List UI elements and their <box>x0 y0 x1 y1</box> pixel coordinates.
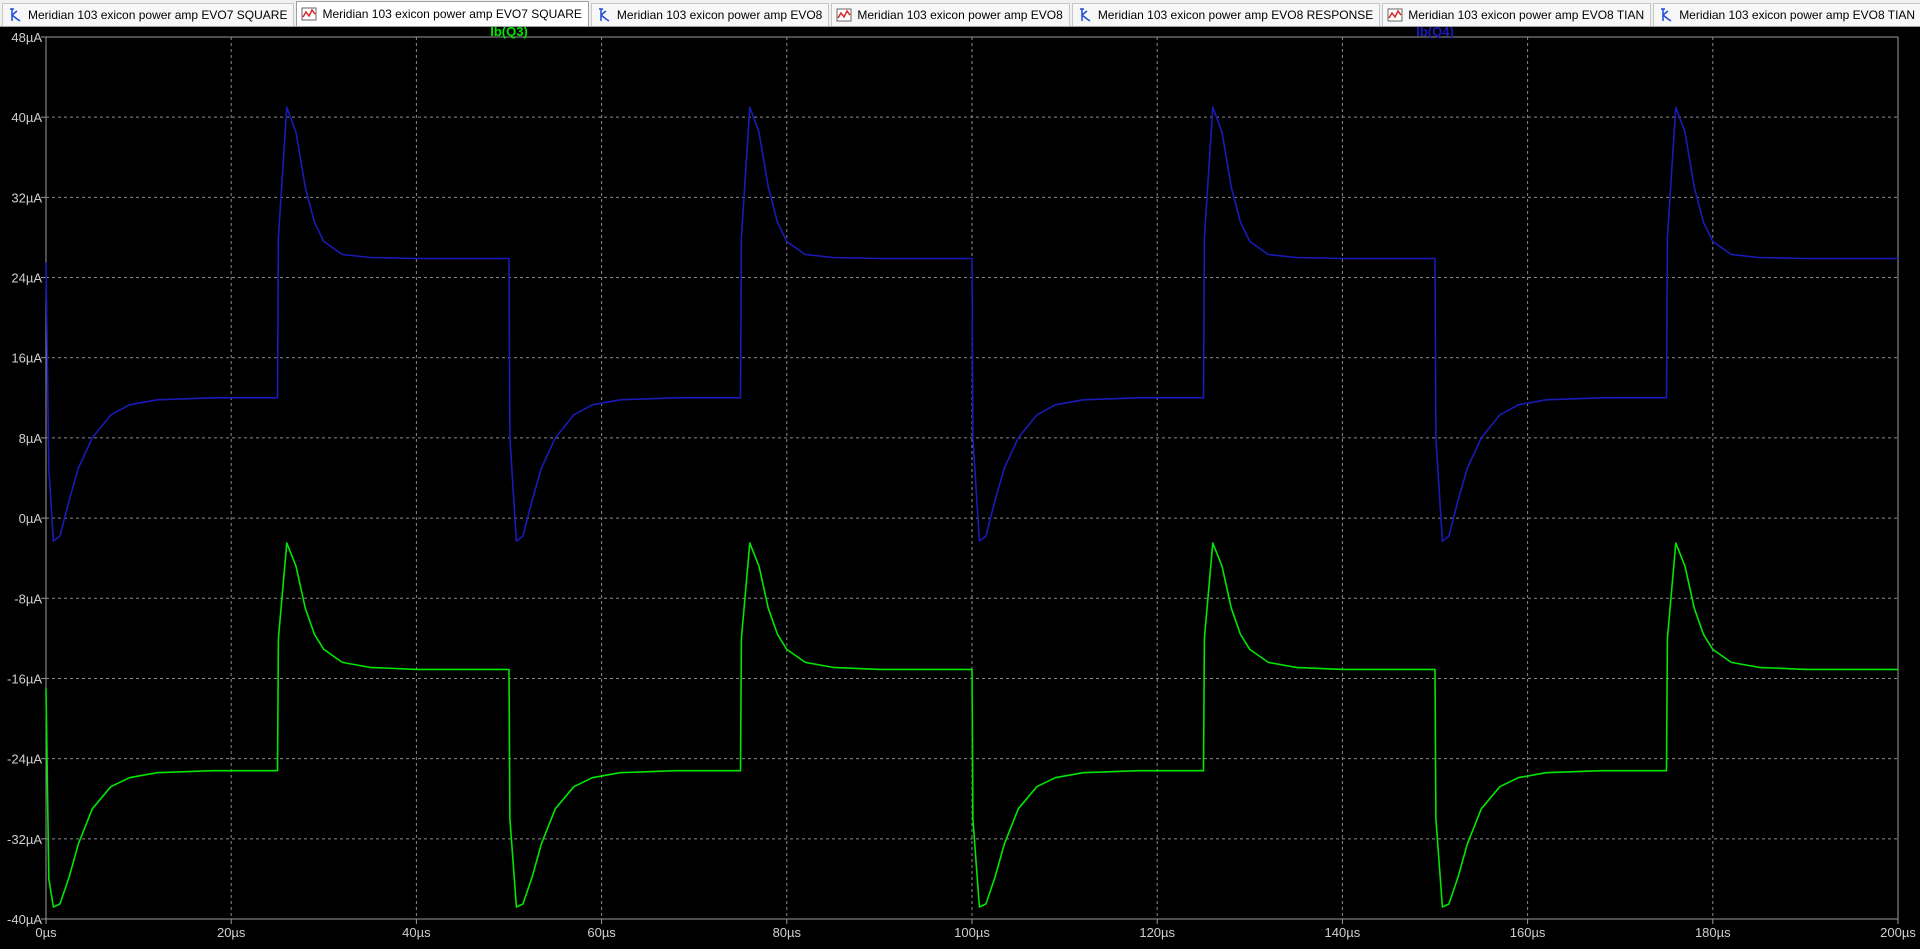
schematic-icon <box>1658 7 1674 23</box>
tab-3[interactable]: Meridian 103 exicon power amp EVO8 <box>590 3 830 26</box>
x-tick-label: 140µs <box>1325 925 1361 940</box>
y-tick-label: -16µA <box>7 671 42 686</box>
tab-6[interactable]: Meridian 103 exicon power amp EVO8 TIAN <box>1382 3 1652 26</box>
y-tick-label: 8µA <box>19 431 43 446</box>
tab-label: Meridian 103 exicon power amp EVO7 SQUAR… <box>322 7 582 21</box>
tab-1[interactable]: Meridian 103 exicon power amp EVO7 SQUAR… <box>2 3 295 26</box>
y-tick-label: -32µA <box>7 832 42 847</box>
y-tick-label: 0µA <box>19 511 43 526</box>
x-tick-label: 80µs <box>773 925 802 940</box>
x-tick-label: 40µs <box>402 925 431 940</box>
y-tick-label: -40µA <box>7 912 42 927</box>
y-tick-label: 40µA <box>11 110 42 125</box>
waveform-plot[interactable]: 0µs 20µs 40µs 60µs 80µs 100µs 120µs 140µs 160µs 1… <box>0 27 1920 949</box>
axis-tick-labels: 0µs 20µs 40µs 60µs 80µs 100µs 120µs 140µs 160µs 1… <box>7 30 1916 940</box>
waveform-chart[interactable]: 0µs 20µs 40µs 60µs 80µs 100µs 120µs 140µs 160µs 1… <box>0 27 1920 949</box>
tab-4[interactable]: Meridian 103 exicon power amp EVO8 <box>831 3 1070 26</box>
tab-label: Meridian 103 exicon power amp EVO8 <box>616 8 823 22</box>
x-tick-label: 120µs <box>1139 925 1175 940</box>
waveform-icon <box>301 6 317 22</box>
tab-label: Meridian 103 exicon power amp EVO7 SQUAR… <box>28 8 288 22</box>
tab-2[interactable]: Meridian 103 exicon power amp EVO7 SQUAR… <box>296 1 589 26</box>
waveform-icon <box>1387 7 1403 23</box>
schematic-icon <box>596 7 612 23</box>
tab-label: Meridian 103 exicon power amp EVO8 RESPO… <box>1097 8 1374 22</box>
y-tick-label: 48µA <box>11 30 42 45</box>
y-tick-label: -24µA <box>7 752 42 767</box>
tab-label: Meridian 103 exicon power amp EVO8 <box>857 8 1063 22</box>
x-tick-label: 160µs <box>1510 925 1546 940</box>
tab-label: Meridian 103 exicon power amp EVO8 TIAN <box>1408 8 1645 22</box>
schematic-icon <box>7 7 23 23</box>
y-tick-label: 16µA <box>11 351 42 366</box>
y-tick-label: -8µA <box>14 591 42 606</box>
waveform-icon <box>836 7 852 23</box>
x-tick-label: 200µs <box>1880 925 1916 940</box>
tab-5[interactable]: Meridian 103 exicon power amp EVO8 RESPO… <box>1071 3 1381 26</box>
x-tick-label: 100µs <box>954 925 990 940</box>
x-tick-label: 20µs <box>217 925 246 940</box>
x-tick-label: 180µs <box>1695 925 1731 940</box>
legend-label[interactable]: Ib(Q4) <box>1416 27 1454 39</box>
document-tab-bar: Meridian 103 exicon power amp EVO7 SQUAR… <box>0 0 1920 27</box>
x-tick-label: 60µs <box>587 925 616 940</box>
legend-label[interactable]: Ib(Q3) <box>490 27 528 39</box>
tab-7[interactable]: Meridian 103 exicon power amp EVO8 TIAN <box>1653 3 1920 26</box>
x-tick-label: 0µs <box>35 925 57 940</box>
tab-label: Meridian 103 exicon power amp EVO8 TIAN <box>1679 8 1916 22</box>
y-tick-label: 24µA <box>11 271 42 286</box>
grid-lines <box>41 36 1899 924</box>
y-tick-label: 32µA <box>11 190 42 205</box>
schematic-icon <box>1077 7 1093 23</box>
